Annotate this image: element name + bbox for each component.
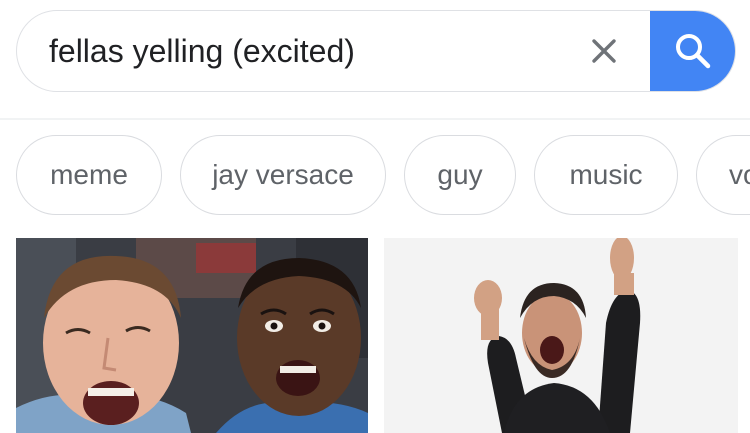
chip-meme[interactable]: meme (16, 135, 162, 215)
chip-partial[interactable]: vo (696, 135, 750, 215)
search-icon (676, 34, 711, 69)
search-bar (16, 10, 736, 92)
image-results (16, 238, 750, 433)
chip-music[interactable]: music (534, 135, 678, 215)
image-man-cheering (384, 238, 738, 433)
image-result-two-men-yelling[interactable] (16, 238, 368, 433)
image-two-men-yelling (16, 238, 368, 433)
image-result-man-cheering[interactable] (384, 238, 738, 433)
search-button[interactable] (650, 11, 735, 91)
search-input[interactable] (49, 11, 569, 91)
suggestion-chips: meme jay versace guy music vo (16, 135, 750, 217)
close-icon (592, 39, 616, 63)
image-search-page: meme jay versace guy music vo (0, 0, 750, 433)
clear-button[interactable] (582, 29, 626, 73)
divider (0, 118, 750, 120)
chip-guy[interactable]: guy (404, 135, 516, 215)
chip-jay-versace[interactable]: jay versace (180, 135, 386, 215)
